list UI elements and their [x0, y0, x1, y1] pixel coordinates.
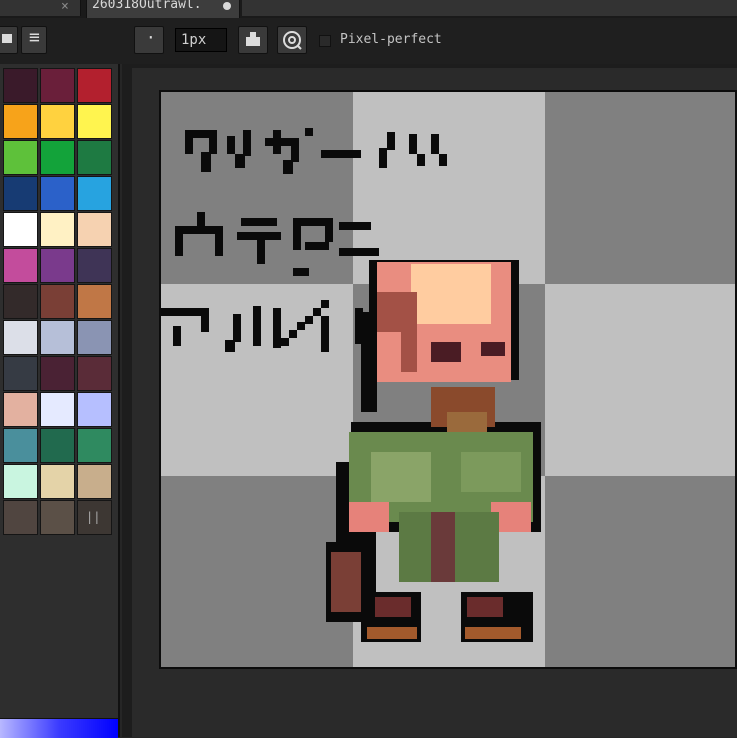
- toolbar: ≡ · 1px Pixel-perfect: [0, 18, 737, 64]
- palette-swatch[interactable]: [77, 176, 112, 211]
- palette-resize-grip-icon[interactable]: ||: [86, 510, 100, 524]
- palette-swatch[interactable]: [40, 176, 75, 211]
- layer-button[interactable]: [0, 26, 18, 54]
- dot-icon: ·: [146, 28, 156, 47]
- palette-swatch[interactable]: [3, 104, 38, 139]
- menu-button[interactable]: ≡: [21, 26, 47, 54]
- palette-swatch[interactable]: [3, 392, 38, 427]
- brush-shape-button[interactable]: ·: [134, 26, 164, 54]
- pixel-perfect-label: Pixel-perfect: [340, 32, 442, 47]
- hamburger-icon: ≡: [29, 27, 40, 48]
- palette-swatch[interactable]: [77, 104, 112, 139]
- palette-swatch[interactable]: [77, 284, 112, 319]
- layer-icon: [2, 34, 12, 43]
- palette-swatch[interactable]: [77, 464, 112, 499]
- palette-swatch[interactable]: [40, 356, 75, 391]
- color-gradient-bar[interactable]: [0, 718, 118, 738]
- palette-swatch[interactable]: [77, 248, 112, 283]
- palette-swatch[interactable]: [3, 68, 38, 103]
- tab-bar-empty: [242, 0, 737, 16]
- palette-swatch[interactable]: [3, 356, 38, 391]
- palette-swatch[interactable]: [3, 320, 38, 355]
- palette-swatch[interactable]: [3, 176, 38, 211]
- palette-swatch[interactable]: [40, 104, 75, 139]
- tab-close-icon[interactable]: ×: [61, 0, 69, 14]
- ink-bottle-icon: [246, 32, 260, 46]
- palette-swatch[interactable]: [40, 392, 75, 427]
- palette-swatch[interactable]: [40, 428, 75, 463]
- palette-swatch[interactable]: [77, 68, 112, 103]
- palette-swatch[interactable]: [3, 464, 38, 499]
- sprite-art: [161, 92, 735, 667]
- palette-swatch[interactable]: [77, 392, 112, 427]
- symmetry-icon: [283, 31, 302, 50]
- palette-swatch[interactable]: [3, 500, 38, 535]
- palette-swatch[interactable]: [40, 212, 75, 247]
- ink-button[interactable]: [238, 26, 268, 54]
- palette-swatch[interactable]: [40, 464, 75, 499]
- symmetry-button[interactable]: [277, 26, 307, 54]
- palette-swatch[interactable]: [77, 212, 112, 247]
- palette-swatch[interactable]: [77, 428, 112, 463]
- tab-previous[interactable]: ×: [0, 0, 81, 16]
- palette-swatch[interactable]: [40, 140, 75, 175]
- palette-panel: ||: [0, 64, 120, 738]
- palette-swatch[interactable]: [40, 500, 75, 535]
- palette-swatch[interactable]: [77, 320, 112, 355]
- palette-swatch[interactable]: [40, 68, 75, 103]
- sprite-canvas[interactable]: [159, 90, 737, 669]
- pixel-perfect-checkbox[interactable]: [319, 35, 331, 47]
- palette-swatch[interactable]: [3, 284, 38, 319]
- palette-swatch[interactable]: [40, 248, 75, 283]
- palette-swatch[interactable]: [3, 140, 38, 175]
- palette-swatch[interactable]: [77, 140, 112, 175]
- brush-size-input[interactable]: 1px: [175, 28, 227, 52]
- palette-swatch[interactable]: [3, 428, 38, 463]
- modified-dot-icon: [223, 2, 231, 10]
- palette-swatch[interactable]: [3, 248, 38, 283]
- tab-active[interactable]: 260318Outrawl.: [86, 0, 240, 18]
- tab-bar: × 260318Outrawl.: [0, 0, 737, 18]
- tab-title: 260318Outrawl.: [92, 0, 202, 12]
- palette-swatch[interactable]: [40, 284, 75, 319]
- palette-swatch[interactable]: [77, 356, 112, 391]
- palette-swatch[interactable]: [40, 320, 75, 355]
- palette-swatch[interactable]: [3, 212, 38, 247]
